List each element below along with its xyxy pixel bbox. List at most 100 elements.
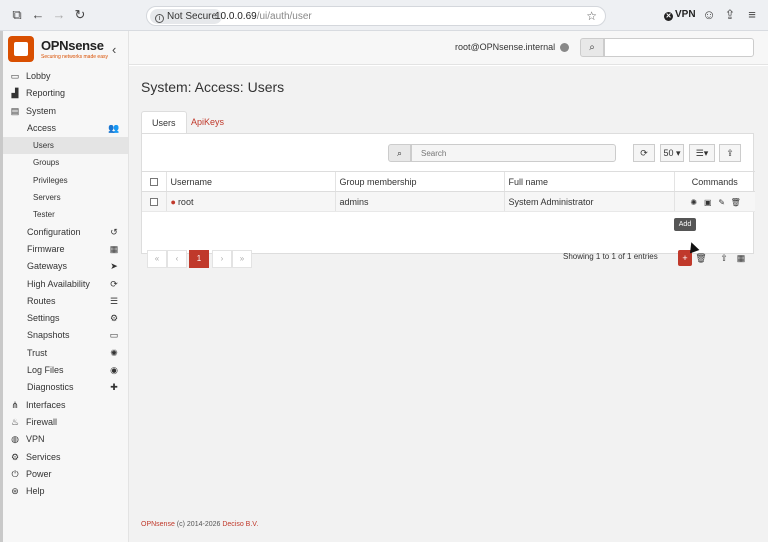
pager-next[interactable]: › (212, 250, 232, 268)
table-header-row: Username Group membership Full name Comm… (142, 171, 755, 192)
page-size-select[interactable]: 50 ▾ (660, 144, 684, 162)
menu-access[interactable]: Access 👥 (0, 120, 128, 137)
search-icon[interactable]: ⌕ (580, 38, 604, 57)
column-fullname[interactable]: Full name (503, 171, 674, 192)
pager-first[interactable]: « (147, 250, 167, 268)
pager-prev[interactable]: ‹ (167, 250, 187, 268)
users-panel: ⌕ ⟳ 50 ▾ ☰▾ ⇪ Username Group membership … (141, 133, 755, 268)
globe-icon: ◍ (11, 434, 19, 445)
server-icon: ▤ (10, 105, 20, 116)
extensions-icon[interactable]: ⇪ (722, 7, 738, 23)
table-view-icon[interactable]: ▦ (734, 250, 748, 266)
menu-icon[interactable]: ≡ (744, 7, 760, 23)
certificate-icon[interactable]: ✺ (687, 198, 701, 207)
column-groups[interactable]: Group membership (334, 171, 504, 192)
pager-current[interactable]: 1 (189, 250, 209, 268)
menu-configuration[interactable]: Configuration ↺ (0, 224, 128, 241)
url-text[interactable]: 10.0.0.69/ui/auth/user (215, 10, 312, 24)
menu-system[interactable]: ▤ System (0, 103, 128, 120)
cog-icon: ⚙ (10, 451, 20, 462)
menu-reporting[interactable]: ▟ Reporting (0, 85, 128, 102)
fire-icon: ♨ (10, 416, 20, 427)
pager-last[interactable]: » (232, 250, 252, 268)
menu-routes[interactable]: Routes ☰ (0, 293, 128, 310)
sidebar: OPNsense Securing networks made easy ‹ ▭… (0, 31, 129, 542)
upload-icon[interactable]: ⇧ (717, 250, 731, 266)
support-icon: ⊛ (11, 486, 19, 497)
menu-firmware[interactable]: Firmware ▦ (0, 241, 128, 258)
columns-select[interactable]: ☰▾ (689, 144, 715, 162)
collapse-sidebar-icon[interactable]: ‹ (112, 42, 116, 57)
username-cell: ● root (165, 191, 335, 212)
eye-icon: ◉ (110, 365, 118, 376)
menu-high-availability[interactable]: High Availability ⟳ (0, 276, 128, 293)
otp-icon[interactable]: ▣ (701, 198, 715, 207)
footer: OPNsense (c) 2014-2026 Deciso B.V. (141, 521, 259, 528)
row-checkbox[interactable] (149, 198, 158, 207)
certificate-icon: ✺ (110, 347, 118, 358)
add-tooltip: Add (674, 218, 696, 231)
signpost-icon: ☰ (109, 295, 119, 306)
menu-groups[interactable]: Groups (0, 154, 128, 171)
logo-mark-icon (8, 36, 34, 62)
laptop-icon: ▭ (10, 71, 20, 81)
hostname-label: root@OPNsense.internal (455, 42, 556, 52)
vpn-icon: ✕ (664, 12, 673, 21)
menu-tester[interactable]: Tester (0, 206, 128, 223)
sitemap-icon: ⋔ (11, 399, 19, 410)
page-title: System: Access: Users (141, 79, 285, 95)
not-secure-badge[interactable]: i Not Secure (150, 9, 223, 24)
delete-selected-icon[interactable]: 🗑 (694, 250, 708, 266)
menu-help[interactable]: ⊛ Help (0, 483, 128, 500)
main-content: System: Access: Users Users ApiKeys ⌕ ⟳ … (129, 66, 768, 542)
menu-power[interactable]: ⏻ Power (0, 466, 128, 483)
global-search-input[interactable] (604, 38, 754, 57)
refresh-button[interactable]: ⟳ (633, 144, 655, 162)
top-bar: root@OPNsense.internal ⌕ (129, 31, 768, 65)
main-menu: ▭ Lobby ▟ Reporting ▤ System Access 👥 Users … (0, 68, 128, 500)
commands-cell: ✺ ▣ ✎ 🗑 (673, 191, 755, 212)
delete-icon[interactable]: 🗑 (729, 198, 743, 207)
users-table: Username Group membership Full name Comm… (142, 171, 755, 212)
profile-icon[interactable]: ☺ (701, 7, 717, 23)
address-bar[interactable]: i Not Secure 10.0.0.69/ui/auth/user ☆ (146, 6, 606, 26)
tab-users[interactable]: Users (141, 111, 187, 134)
menu-trust[interactable]: Trust ✺ (0, 345, 128, 362)
menu-services[interactable]: ⚙ Services (0, 449, 128, 466)
select-all-cell (142, 171, 166, 192)
status-indicator[interactable] (560, 43, 569, 52)
vpn-button[interactable]: ✕ VPN (664, 9, 696, 21)
location-arrow-icon: ➤ (110, 261, 118, 272)
export-button[interactable]: ⇪ (719, 144, 741, 162)
menu-servers[interactable]: Servers (0, 189, 128, 206)
browser-toolbar: ⧉ ← → ↻ i Not Secure 10.0.0.69/ui/auth/us… (0, 0, 768, 31)
menu-log-files[interactable]: Log Files ◉ (0, 362, 128, 379)
forward-icon[interactable]: → (51, 7, 67, 23)
back-icon[interactable]: ← (30, 7, 46, 23)
opnsense-logo[interactable]: OPNsense Securing networks made easy (8, 35, 108, 65)
info-icon: i (155, 14, 164, 23)
grid-search-input[interactable] (411, 144, 616, 162)
users-icon: 👥 (108, 122, 120, 133)
row-select-cell (142, 191, 166, 212)
select-all-checkbox[interactable] (149, 178, 158, 187)
edit-icon[interactable]: ✎ (715, 198, 729, 207)
menu-firewall[interactable]: ♨ Firewall (0, 414, 128, 431)
menu-snapshots[interactable]: Snapshots ▭ (0, 327, 128, 344)
menu-vpn[interactable]: ◍ VPN (0, 431, 128, 448)
table-row[interactable]: ● root admins System Administrator ✺ ▣ ✎ 🗑 (142, 191, 755, 212)
menu-users[interactable]: Users (0, 137, 128, 155)
bookmark-star-icon[interactable]: ☆ (586, 9, 597, 23)
tab-overview-icon[interactable]: ⧉ (9, 7, 25, 23)
menu-gateways[interactable]: Gateways ➤ (0, 258, 128, 275)
menu-lobby[interactable]: ▭ Lobby (0, 68, 128, 85)
menu-settings[interactable]: Settings ⚙ (0, 310, 128, 327)
menu-interfaces[interactable]: ⋔ Interfaces (0, 397, 128, 414)
menu-diagnostics[interactable]: Diagnostics ✚ (0, 379, 128, 396)
search-icon[interactable]: ⌕ (388, 144, 411, 162)
reload-icon[interactable]: ↻ (72, 7, 88, 23)
menu-privileges[interactable]: Privileges (0, 172, 128, 189)
column-username[interactable]: Username (165, 171, 335, 192)
refresh-icon: ⟳ (110, 278, 118, 289)
tab-apikeys[interactable]: ApiKeys (181, 111, 234, 134)
